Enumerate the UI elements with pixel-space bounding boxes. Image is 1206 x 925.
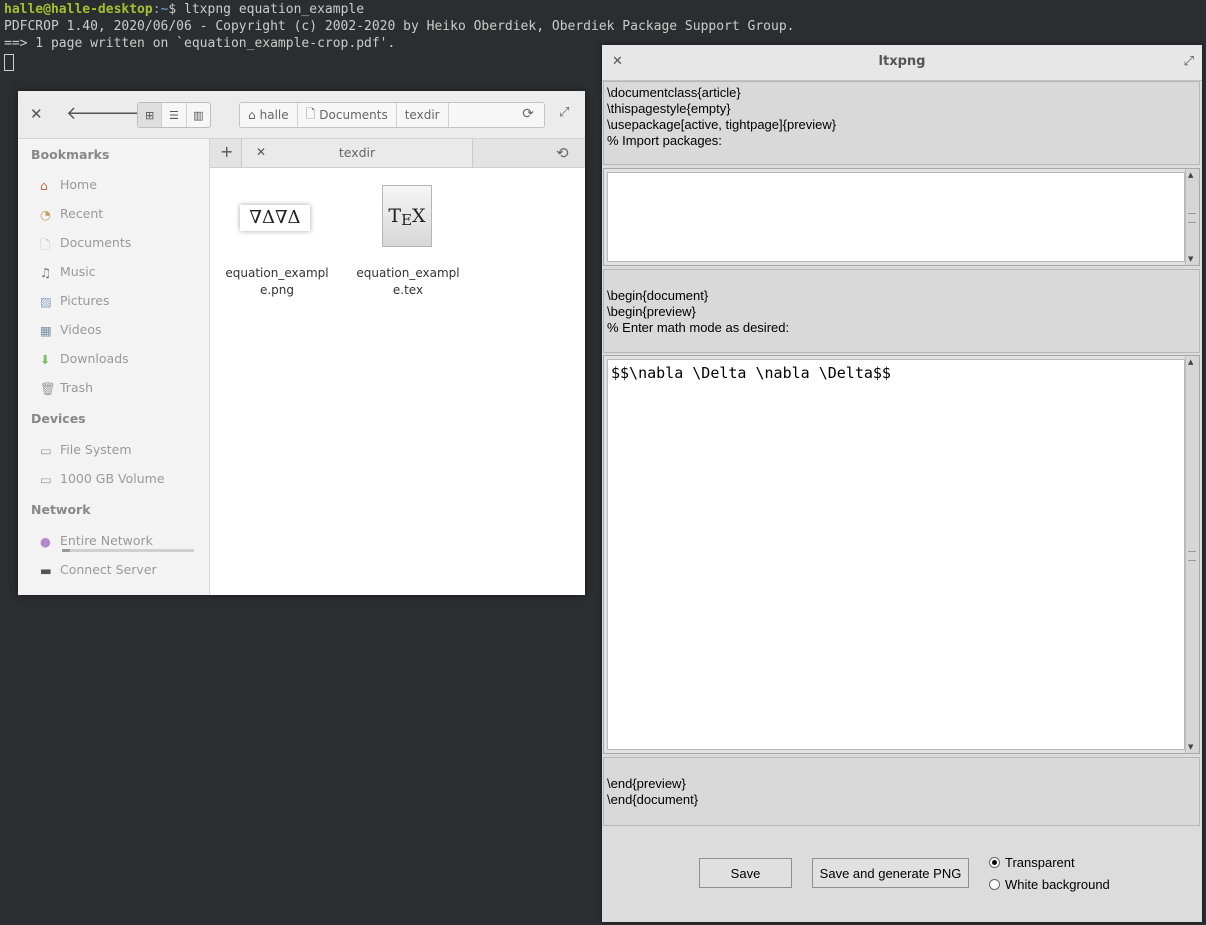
terminal-path: :~ [152,2,169,17]
save-and-generate-png-button[interactable]: Save and generate PNG [812,858,969,888]
recent-icon: ◔ [40,206,51,222]
drive-icon: ▭ [40,471,52,487]
sidebar-item-recent[interactable]: ◔ Recent [40,206,103,222]
server-icon: ▬ [40,562,52,578]
view-switcher: ⊞ ☰ ▥ [137,102,211,128]
sidebar-item-home[interactable]: ⌂ Home [40,177,97,193]
add-tab-icon[interactable]: + [220,142,233,161]
math-scrollbar[interactable]: ▲ ▼ [1185,356,1199,753]
trash-icon: 🗑 [40,380,56,396]
terminal-prompt-symbol: $ [168,2,185,17]
home-icon: ⌂ [40,177,48,193]
close-icon[interactable]: ✕ [30,105,43,123]
sidebar-item-documents[interactable]: 🗋 Documents [40,235,131,252]
math-editor: $$\nabla \Delta \nabla \Delta$$ ▲ ▼ [603,355,1200,754]
sidebar-section-bookmarks: Bookmarks [31,147,110,162]
home-icon: ⌂ [248,108,256,122]
terminal-line-2: PDFCROP 1.40, 2020/06/06 - Copyright (c)… [4,19,795,34]
maximize-icon[interactable]: ⤢ [1184,54,1194,69]
tab-bar: + ✕ texdir ⟲ [210,139,585,168]
list-view-icon[interactable]: ☰ [162,103,187,127]
network-icon: ● [40,533,51,549]
breadcrumb-home[interactable]: ⌂ halle [240,103,298,127]
math-input[interactable]: $$\nabla \Delta \nabla \Delta$$ [607,359,1185,750]
end-document-label: \end{preview} \end{document} [603,757,1200,826]
breadcrumb: ⌂ halle 🗋 Documents texdir ⟳ [239,102,545,128]
sidebar-section-network: Network [31,502,91,517]
file-item-tex[interactable]: equation_exampl e.tex [353,265,463,299]
begin-document-label: \begin{document} \begin{preview} % Enter… [603,269,1200,353]
sidebar-item-pictures[interactable]: ▨ Pictures [40,293,110,309]
terminal-line-3: ==> 1 page written on `equation_example-… [4,36,396,51]
preamble-label: \documentclass{article} \thispagestyle{e… [603,81,1200,165]
ltxpng-window: ✕ ltxpng ⤢ \documentclass{article} \this… [602,45,1202,922]
tab-label: texdir [338,145,376,160]
sidebar-item-entire-network[interactable]: ● Entire Network [40,533,153,549]
tab-texdir[interactable]: ✕ texdir [241,139,473,167]
terminal-cursor [4,54,14,71]
document-icon: 🗋 [305,106,316,121]
packages-editor: ▲ ▼ [603,168,1200,266]
radio-unselected-icon[interactable] [989,879,1000,890]
sidebar-section-devices: Devices [31,411,86,426]
sidebar-item-videos[interactable]: ▦ Videos [40,322,102,338]
sidebar-item-file-system[interactable]: ▭ File System [40,442,132,458]
sidebar-item-connect-server[interactable]: ▬ Connect Server [40,562,157,578]
window-titlebar: ✕ ltxpng ⤢ [602,45,1202,81]
maximize-icon[interactable]: ⤢ [559,105,569,120]
column-view-icon[interactable]: ▥ [187,103,210,127]
radio-transparent[interactable]: Transparent [989,855,1075,870]
drive-icon: ▭ [40,442,52,458]
packages-input[interactable] [607,172,1185,262]
music-icon: ♫ [40,264,52,280]
save-button[interactable]: Save [699,858,792,888]
file-manager-window: ✕ 🡐 🡒 ⊞ ☰ ▥ ⌂ halle 🗋 Documents texdir ⟳ ⤢… [18,91,585,595]
radio-selected-icon[interactable] [989,857,1000,868]
png-thumbnail[interactable]: ∇Δ∇Δ [240,205,310,231]
tex-file-icon[interactable]: TEX [382,185,432,247]
terminal-user-host: halle@halle-desktop [4,2,153,17]
terminal-command: ltxpng equation_example [184,2,365,17]
history-icon[interactable]: ⟲ [556,144,569,162]
pictures-icon: ▨ [40,293,52,309]
grid-view-icon[interactable]: ⊞ [138,103,163,127]
sidebar-item-downloads[interactable]: ⬇ Downloads [40,351,129,367]
sidebar-item-music[interactable]: ♫ Music [40,264,96,280]
sidebar-item-volume[interactable]: ▭ 1000 GB Volume [40,471,165,487]
reload-icon[interactable]: ⟳ [522,106,534,122]
videos-icon: ▦ [40,322,52,338]
window-title: ltxpng [878,54,926,69]
file-system-usage-bar [62,549,194,552]
breadcrumb-documents[interactable]: 🗋 Documents [298,103,397,127]
sidebar-item-trash[interactable]: 🗑 Trash [40,380,93,396]
sidebar: Bookmarks ⌂ Home ◔ Recent 🗋 Documents ♫ Musi… [18,139,210,595]
downloads-icon: ⬇ [40,351,51,367]
file-manager-header: ✕ 🡐 🡒 ⊞ ☰ ▥ ⌂ halle 🗋 Documents texdir ⟳ ⤢ [18,91,585,139]
breadcrumb-texdir[interactable]: texdir [397,103,449,127]
file-item-png[interactable]: equation_exampl e.png [222,265,332,299]
packages-scrollbar[interactable]: ▲ ▼ [1185,169,1199,265]
radio-white-background[interactable]: White background [989,877,1110,892]
documents-icon: 🗋 [40,236,51,252]
